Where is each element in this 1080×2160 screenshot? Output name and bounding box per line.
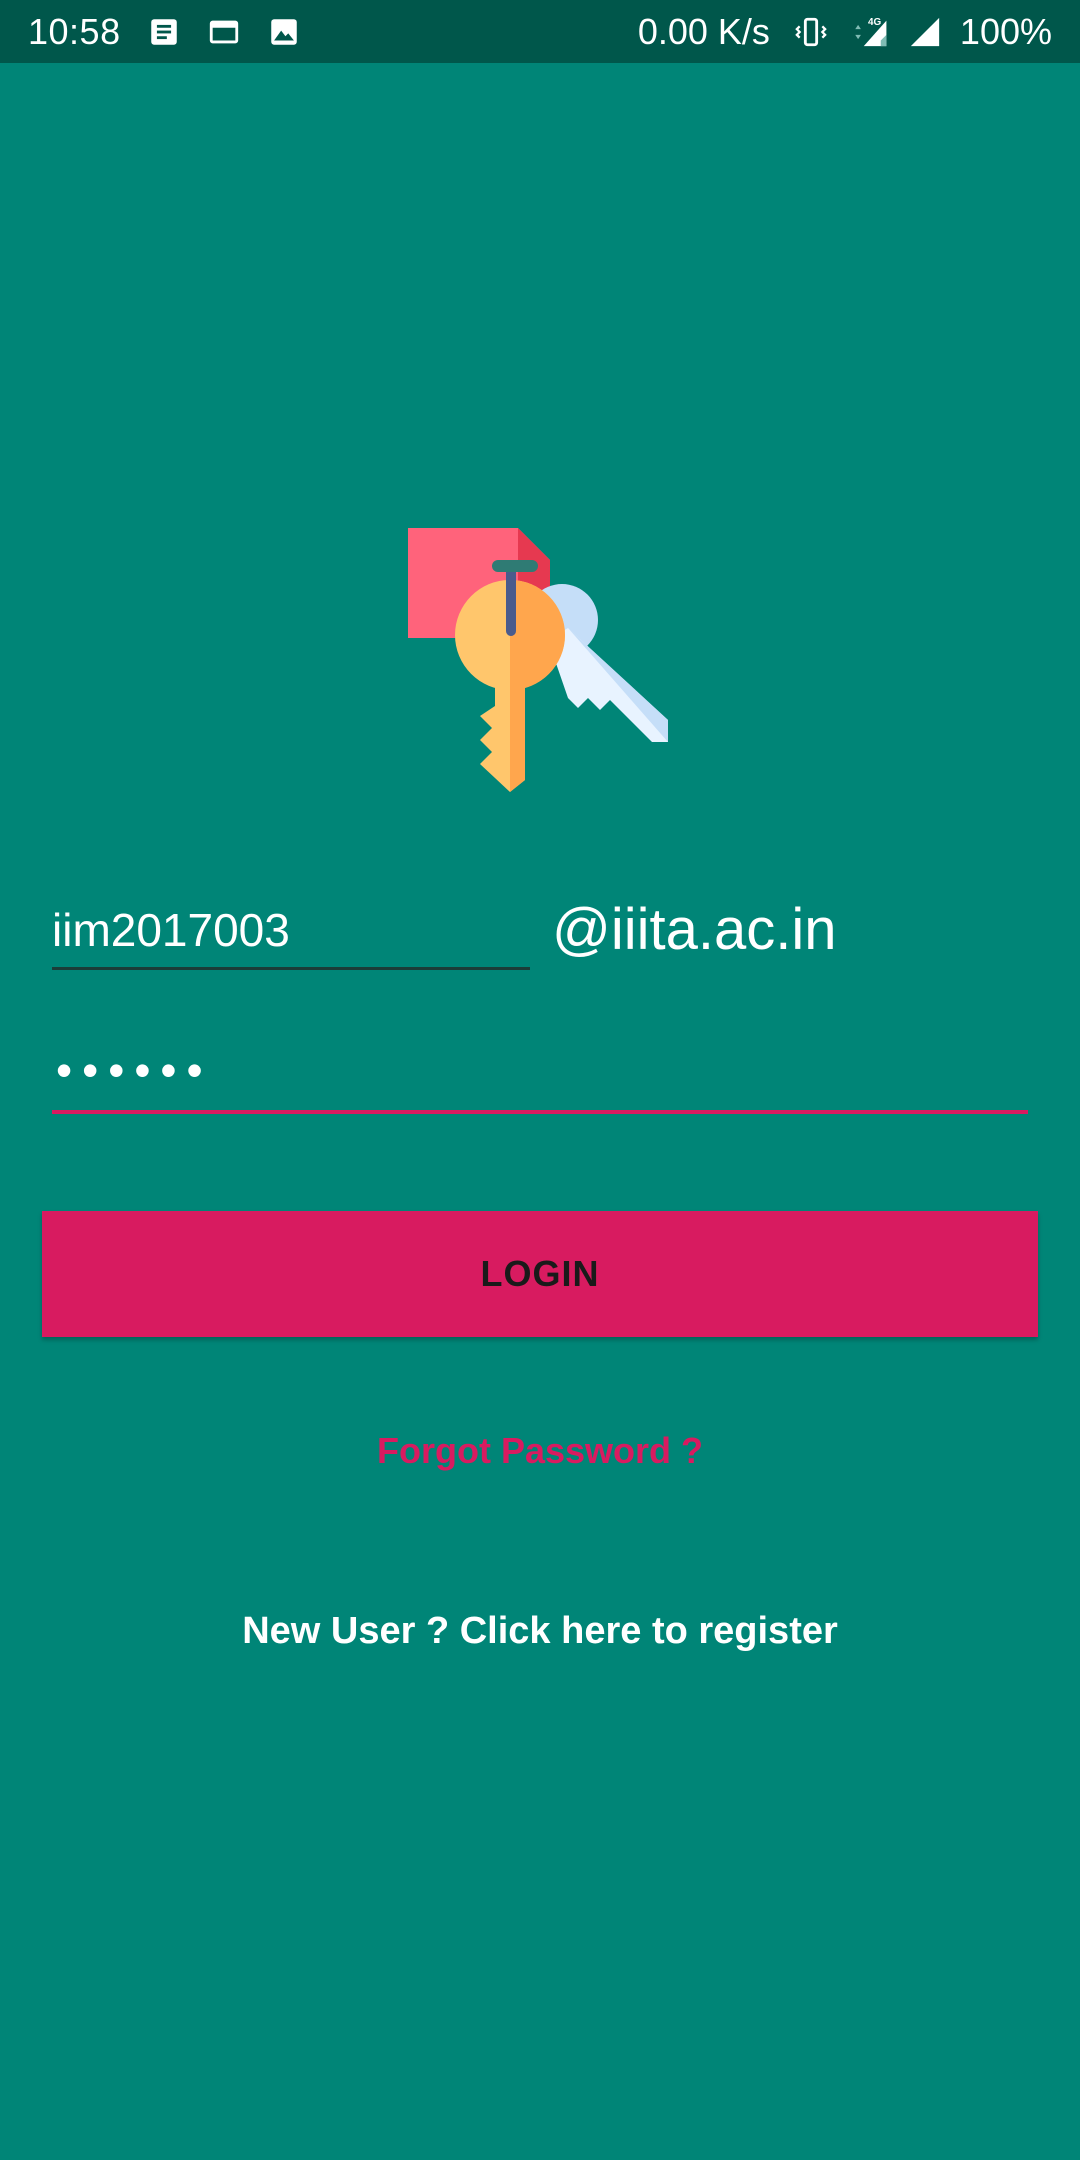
forgot-password-link[interactable]: Forgot Password ? [0, 1430, 1080, 1472]
window-icon [209, 20, 238, 43]
username-field[interactable] [52, 890, 530, 970]
username-input[interactable] [52, 890, 530, 967]
battery-level: 100% [959, 10, 1052, 52]
login-button[interactable]: LOGIN [42, 1211, 1038, 1337]
network-speed: 0.00 K/s [637, 10, 770, 52]
password-field[interactable] [52, 1030, 1028, 1114]
register-link[interactable]: New User ? Click here to register [0, 1610, 1080, 1653]
password-input[interactable] [52, 1030, 1028, 1110]
image-icon [270, 18, 297, 45]
domain-suffix-label: @iiita.ac.in [552, 897, 837, 962]
notes-icon [150, 18, 177, 45]
status-time: 10:58 [28, 10, 121, 52]
wifi-signal-icon [910, 17, 940, 46]
keys-with-tag-icon [408, 528, 668, 792]
status-right: 0.00 K/s 4G 100% [638, 11, 1052, 53]
status-bar: 10:58 0.00 K/s 4G 100% [0, 0, 1080, 63]
vibrate-icon [795, 17, 827, 46]
cellular-signal-icon: 4G [855, 16, 887, 46]
network-type: 4G [868, 16, 882, 27]
status-left: 10:58 [28, 11, 301, 53]
